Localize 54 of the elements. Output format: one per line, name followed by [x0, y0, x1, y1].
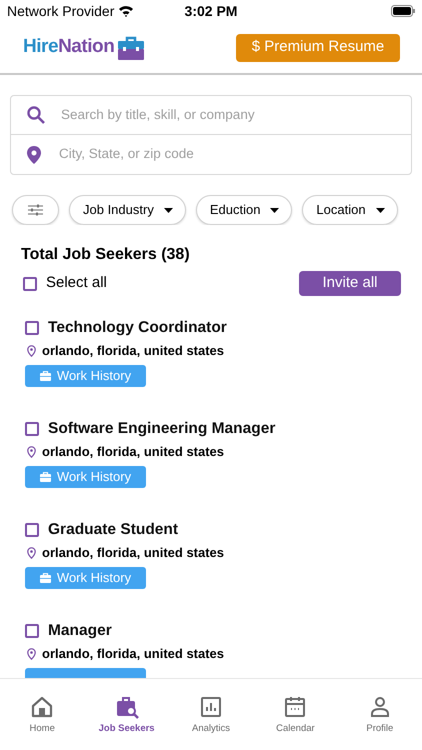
checkbox[interactable]: [25, 624, 39, 638]
location-pin-icon: [27, 446, 36, 458]
filter-dropdown[interactable]: Job Industry: [69, 195, 186, 225]
location-field[interactable]: City, State, or zip code: [59, 144, 395, 165]
briefcase-icon: [40, 472, 51, 482]
tab-bar-item[interactable]: Profile: [338, 695, 422, 736]
invite-all-button[interactable]: Invite all: [299, 271, 401, 296]
location-text: orlando, florida, united states: [42, 342, 224, 360]
work-history-button[interactable]: Work History: [25, 466, 146, 488]
location-text: orlando, florida, united states: [42, 443, 224, 462]
job-title: Graduate Student: [48, 520, 178, 540]
briefcase-icon: [40, 573, 51, 583]
location-text: orlando, florida, united states: [42, 645, 224, 664]
filter-dropdown[interactable]: Location: [302, 195, 398, 225]
checkbox[interactable]: [25, 321, 39, 335]
search-icon: [27, 106, 45, 124]
home-icon: [30, 695, 54, 719]
wifi-icon: [118, 5, 134, 17]
location-pin-icon: [27, 146, 41, 164]
location-text: orlando, florida, united states: [42, 544, 224, 562]
location-pin-icon: [27, 345, 36, 357]
checkbox[interactable]: [25, 523, 39, 537]
filter-settings-button[interactable]: [12, 195, 59, 225]
work-history-button[interactable]: Work History: [25, 365, 146, 387]
briefcase-search-icon: [114, 695, 139, 719]
checkbox[interactable]: [23, 276, 37, 290]
briefcase-logo-icon: [118, 36, 144, 60]
checkbox[interactable]: [25, 422, 39, 436]
briefcase-icon: [40, 371, 51, 381]
location-pin-icon: [27, 547, 36, 559]
bar-chart-icon: [199, 695, 224, 719]
tab-bar-item[interactable]: Calendar: [253, 695, 338, 736]
caret-down-icon: [376, 208, 385, 212]
location-pin-icon: [27, 648, 36, 660]
tab-bar-item[interactable]: Job Seekers: [84, 695, 169, 736]
work-history-button[interactable]: Work History: [25, 567, 146, 589]
sliders-icon: [28, 204, 43, 216]
battery-icon: [391, 5, 416, 17]
search-field[interactable]: Search by title, skill, or company: [61, 104, 395, 126]
filter-dropdown[interactable]: Eduction: [196, 195, 292, 225]
calendar-icon: [283, 695, 308, 719]
premium-resume-button[interactable]: $ Premium Resume: [236, 34, 400, 62]
logo-text: HireNation: [23, 35, 114, 60]
carrier-text: Network Provider: [7, 2, 114, 20]
job-title: Manager: [48, 621, 112, 642]
total-job-seekers-heading: Total Job Seekers (38): [21, 245, 191, 265]
caret-down-icon: [164, 208, 173, 212]
tab-bar-item[interactable]: Analytics: [168, 695, 254, 736]
select-all-label: Select all: [46, 273, 107, 294]
caret-down-icon: [270, 208, 280, 212]
job-title: Technology Coordinator: [48, 318, 227, 338]
tab-bar-item[interactable]: Home: [0, 695, 84, 736]
status-time: 3:02 PM: [184, 2, 238, 20]
job-title: Software Engineering Manager: [48, 419, 276, 440]
